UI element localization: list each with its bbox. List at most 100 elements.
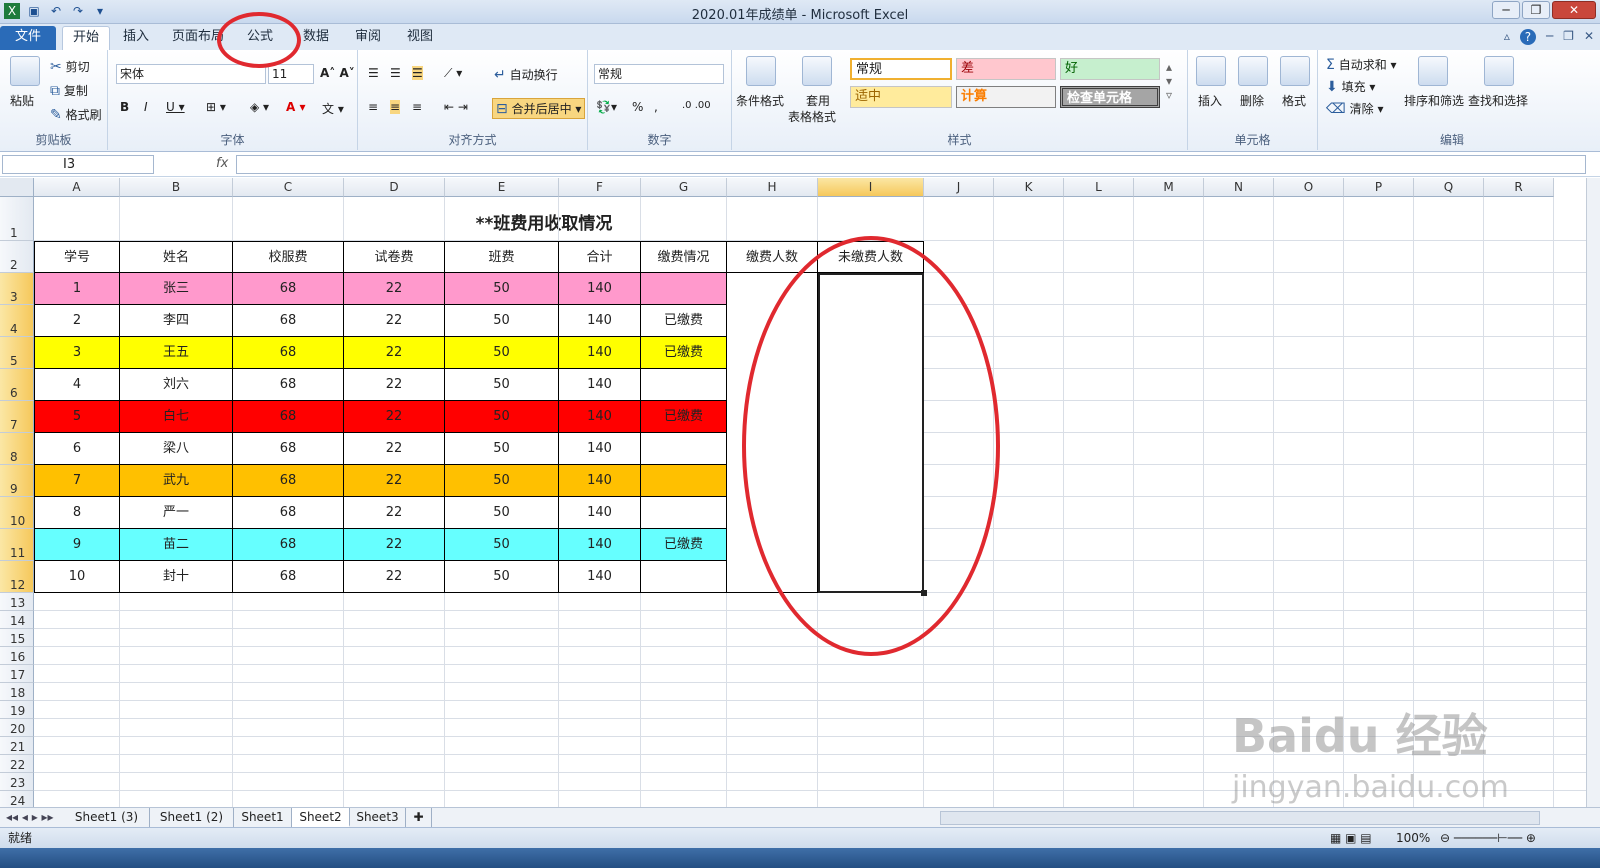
row-header[interactable]: 2 bbox=[0, 241, 34, 273]
italic-icon[interactable]: I bbox=[144, 100, 148, 114]
paste-icon[interactable] bbox=[10, 56, 40, 86]
row-header[interactable]: 19 bbox=[0, 701, 34, 719]
table-cell[interactable]: 学号 bbox=[34, 241, 120, 273]
sheet-tab[interactable]: Sheet1 bbox=[234, 808, 292, 827]
row-header[interactable]: 12 bbox=[0, 561, 34, 593]
align-right-icon[interactable]: ≡ bbox=[412, 100, 422, 114]
orientation-icon[interactable]: ⟋ ▾ bbox=[444, 66, 462, 81]
table-cell[interactable]: 50 bbox=[445, 433, 559, 465]
table-cell[interactable]: 68 bbox=[233, 465, 344, 497]
column-header[interactable]: M bbox=[1134, 178, 1204, 197]
font-name-select[interactable]: 宋体 bbox=[116, 64, 266, 84]
conditional-format-button[interactable]: 条件格式 bbox=[736, 92, 784, 109]
currency-icon[interactable]: 💱▾ bbox=[596, 100, 617, 114]
tab-home[interactable]: 开始 bbox=[62, 26, 110, 50]
select-all-button[interactable] bbox=[0, 178, 34, 197]
table-cell[interactable]: 140 bbox=[559, 305, 641, 337]
workbook-restore-icon[interactable]: ❐ bbox=[1563, 29, 1574, 45]
table-cell[interactable]: 140 bbox=[559, 401, 641, 433]
phonetic-icon[interactable]: 文 ▾ bbox=[322, 100, 344, 117]
format-painter-button[interactable]: ✎ 格式刷 bbox=[50, 106, 102, 123]
column-header[interactable]: J bbox=[924, 178, 994, 197]
styles-more-icon[interactable]: ▴ ▾ ▿ bbox=[1166, 60, 1172, 102]
table-cell[interactable]: 50 bbox=[445, 369, 559, 401]
row-header[interactable]: 20 bbox=[0, 719, 34, 737]
copy-button[interactable]: ⧉ 复制 bbox=[50, 82, 88, 99]
table-cell[interactable]: 50 bbox=[445, 273, 559, 305]
table-cell[interactable]: 22 bbox=[344, 337, 445, 369]
horizontal-scrollbar[interactable] bbox=[940, 811, 1540, 825]
workbook-close-icon[interactable]: ✕ bbox=[1584, 29, 1594, 45]
column-header[interactable]: A bbox=[34, 178, 120, 197]
binoculars-icon[interactable] bbox=[1484, 56, 1514, 86]
table-cell[interactable]: 140 bbox=[559, 497, 641, 529]
column-header[interactable]: G bbox=[641, 178, 727, 197]
style-normal[interactable]: 常规 bbox=[850, 58, 952, 80]
table-cell[interactable] bbox=[641, 369, 727, 401]
table-cell[interactable] bbox=[641, 497, 727, 529]
style-calculation[interactable]: 计算 bbox=[956, 86, 1056, 108]
table-cell[interactable]: 68 bbox=[233, 529, 344, 561]
table-cell[interactable]: 已缴费 bbox=[641, 401, 727, 433]
column-header[interactable]: B bbox=[120, 178, 233, 197]
row-header[interactable]: 21 bbox=[0, 737, 34, 755]
table-cell[interactable]: 严一 bbox=[120, 497, 233, 529]
table-cell[interactable]: 140 bbox=[559, 433, 641, 465]
cut-button[interactable]: ✂ 剪切 bbox=[50, 58, 90, 75]
zoom-level[interactable]: 100% bbox=[1396, 828, 1430, 848]
row-header[interactable]: 11 bbox=[0, 529, 34, 561]
column-header[interactable]: K bbox=[994, 178, 1064, 197]
fill-button[interactable]: ⬇ 填充 ▾ bbox=[1326, 78, 1375, 95]
tab-file[interactable]: 文件 bbox=[0, 26, 56, 50]
insert-function-icon[interactable]: fx bbox=[216, 156, 228, 171]
underline-icon[interactable]: U ▾ bbox=[166, 100, 185, 114]
view-buttons-icon[interactable]: ▦ ▣ ▤ bbox=[1330, 828, 1372, 848]
column-header[interactable]: C bbox=[233, 178, 344, 197]
table-cell[interactable]: 合计 bbox=[559, 241, 641, 273]
table-cell[interactable]: 68 bbox=[233, 497, 344, 529]
table-cell[interactable]: 68 bbox=[233, 561, 344, 593]
grow-font-icon[interactable]: A˄ A˅ bbox=[320, 66, 355, 80]
table-cell[interactable]: 50 bbox=[445, 561, 559, 593]
table-cell[interactable]: 5 bbox=[34, 401, 120, 433]
table-cell[interactable]: 68 bbox=[233, 305, 344, 337]
table-cell[interactable]: 1 bbox=[34, 273, 120, 305]
autosum-button[interactable]: Σ 自动求和 ▾ bbox=[1326, 56, 1397, 73]
minimize-button[interactable]: ─ bbox=[1492, 1, 1520, 19]
delete-cells-icon[interactable] bbox=[1238, 56, 1268, 86]
row-header[interactable]: 23 bbox=[0, 773, 34, 791]
table-cell[interactable]: 50 bbox=[445, 401, 559, 433]
table-cell[interactable]: 50 bbox=[445, 497, 559, 529]
row-header[interactable]: 17 bbox=[0, 665, 34, 683]
sheet-tab[interactable]: Sheet3 bbox=[350, 808, 406, 827]
table-cell[interactable]: 姓名 bbox=[120, 241, 233, 273]
table-cell[interactable]: 22 bbox=[344, 433, 445, 465]
merge-center-button[interactable]: ⊟ 合并后居中 ▾ bbox=[492, 98, 586, 119]
borders-icon[interactable]: ⊞ ▾ bbox=[206, 100, 226, 114]
align-bottom-icon[interactable]: ☰ bbox=[412, 66, 423, 80]
table-cell[interactable]: 试卷费 bbox=[344, 241, 445, 273]
row-header[interactable]: 8 bbox=[0, 433, 34, 465]
table-cell[interactable]: 50 bbox=[445, 337, 559, 369]
format-table-button-line1[interactable]: 套用 bbox=[806, 92, 830, 109]
maximize-button[interactable]: ❐ bbox=[1522, 1, 1550, 19]
table-cell[interactable]: 白七 bbox=[120, 401, 233, 433]
sort-filter-button[interactable]: 排序和筛选 bbox=[1404, 92, 1464, 109]
sheet-tab[interactable]: Sheet1 (2) bbox=[150, 808, 234, 827]
help-icon[interactable]: ? bbox=[1519, 29, 1536, 45]
table-cell[interactable]: 刘六 bbox=[120, 369, 233, 401]
paste-button[interactable]: 粘贴 bbox=[10, 92, 34, 109]
table-cell[interactable]: 6 bbox=[34, 433, 120, 465]
sheet-tab[interactable]: Sheet2 bbox=[292, 808, 350, 827]
tab-insert[interactable]: 插入 bbox=[114, 26, 158, 50]
column-header[interactable]: L bbox=[1064, 178, 1134, 197]
sheet-nav-icon[interactable]: ◂◂ ◂ ▸ ▸▸ bbox=[6, 810, 54, 824]
format-cells-icon[interactable] bbox=[1280, 56, 1310, 86]
table-cell[interactable]: 22 bbox=[344, 529, 445, 561]
align-left-icon[interactable]: ≡ bbox=[368, 100, 378, 114]
table-cell[interactable]: 22 bbox=[344, 273, 445, 305]
table-cell[interactable]: 140 bbox=[559, 529, 641, 561]
style-check-cell[interactable]: 检查单元格 bbox=[1060, 86, 1160, 108]
table-cell[interactable]: 68 bbox=[233, 433, 344, 465]
table-cell[interactable]: 已缴费 bbox=[641, 529, 727, 561]
